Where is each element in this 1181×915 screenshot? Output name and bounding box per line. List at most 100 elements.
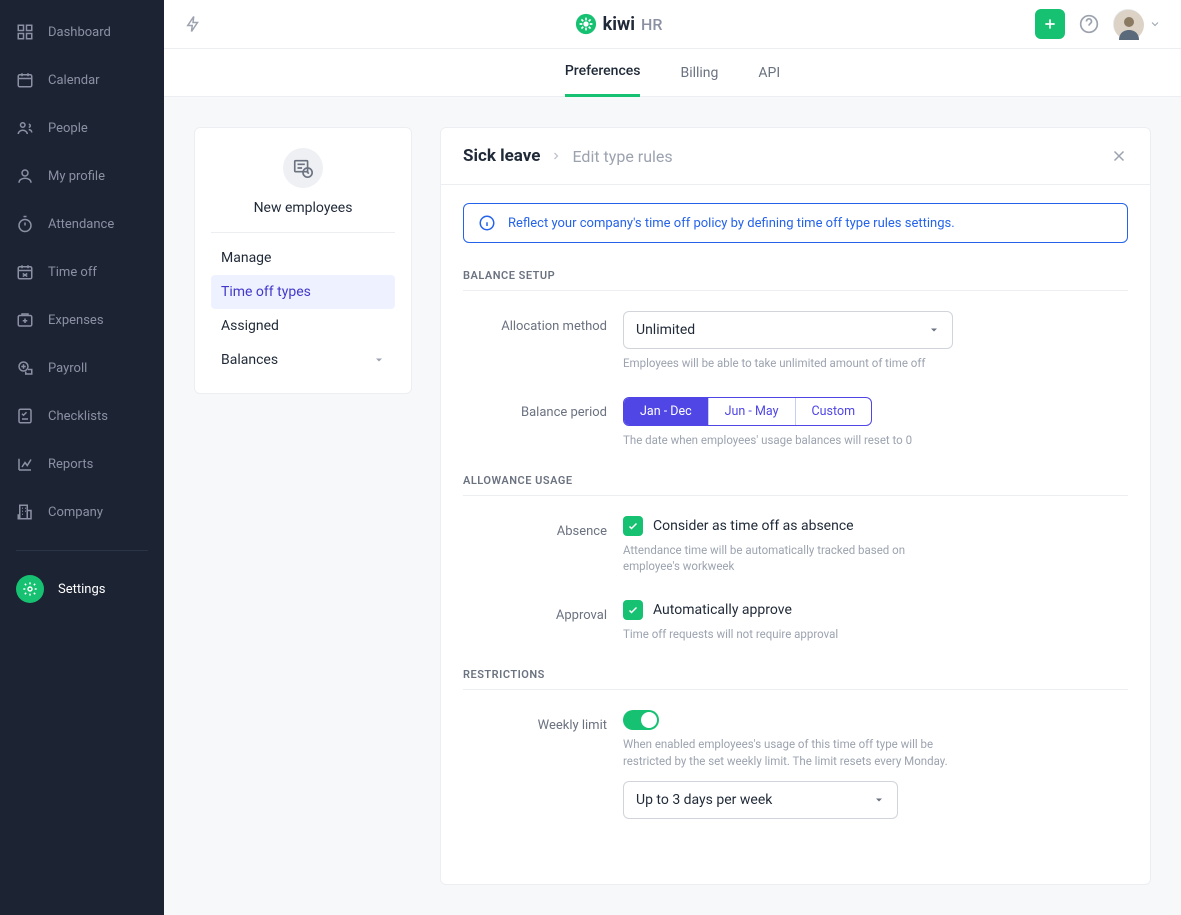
- close-button[interactable]: [1110, 147, 1128, 165]
- field-approval: Approval Automatically approve Time off …: [463, 600, 1128, 642]
- sidebar-item-people[interactable]: People: [0, 104, 164, 152]
- sidebar-item-label: Time off: [48, 265, 97, 280]
- calendar-icon: [16, 71, 34, 89]
- chart-icon: [16, 455, 34, 473]
- sidebar-item-label: Attendance: [48, 217, 114, 232]
- sidebar-item-label: Reports: [48, 457, 93, 472]
- tab-label: Preferences: [565, 63, 641, 79]
- tab-billing[interactable]: Billing: [680, 49, 718, 97]
- building-icon: [16, 503, 34, 521]
- chevron-down-icon: [928, 324, 940, 336]
- logo-icon: [575, 13, 597, 35]
- tab-preferences[interactable]: Preferences: [565, 49, 641, 97]
- sidebar-item-settings[interactable]: Settings: [0, 565, 164, 613]
- sidebar-item-calendar[interactable]: Calendar: [0, 56, 164, 104]
- approval-checkbox[interactable]: [623, 600, 643, 620]
- weekly-limit-toggle[interactable]: [623, 710, 659, 730]
- panel: Sick leave Edit type rules Reflect your …: [440, 127, 1151, 885]
- sidebar-item-attendance[interactable]: Attendance: [0, 200, 164, 248]
- left-item-label: Time off types: [221, 284, 311, 300]
- divider: [211, 232, 395, 233]
- field-label: Weekly limit: [463, 710, 623, 818]
- sidebar-item-label: My profile: [48, 169, 105, 184]
- balance-period-segment: Jan - Dec Jun - May Custom: [623, 397, 872, 426]
- check-label: Consider as time off as absence: [653, 518, 854, 534]
- seg-custom[interactable]: Custom: [796, 398, 872, 425]
- chevron-down-icon: [1149, 18, 1161, 30]
- tab-label: API: [758, 65, 780, 81]
- info-icon: [478, 214, 496, 232]
- sidebar-item-dashboard[interactable]: Dashboard: [0, 8, 164, 56]
- section-balance-setup: BALANCE SETUP: [463, 269, 1128, 291]
- breadcrumb: Sick leave Edit type rules: [463, 146, 673, 166]
- allocation-select[interactable]: Unlimited: [623, 311, 953, 349]
- help-text: Employees will be able to take unlimited…: [623, 355, 1103, 371]
- field-label: Allocation method: [463, 311, 623, 371]
- profile-icon: [16, 167, 34, 185]
- topbar: kiwi HR: [164, 0, 1181, 49]
- field-label: Absence: [463, 516, 623, 574]
- field-label: Approval: [463, 600, 623, 642]
- left-item-manage[interactable]: Manage: [211, 241, 395, 275]
- chevron-down-icon: [373, 354, 385, 366]
- sidebar-item-label: Expenses: [48, 313, 104, 328]
- help-text: The date when employees' usage balances …: [623, 432, 1103, 448]
- left-card: New employees Manage Time off types Assi…: [194, 127, 412, 394]
- payroll-icon: [16, 359, 34, 377]
- help-text: Attendance time will be automatically tr…: [623, 542, 923, 574]
- user-menu[interactable]: [1113, 9, 1161, 39]
- brand-suffix: HR: [641, 15, 662, 34]
- chevron-right-icon: [550, 150, 562, 162]
- left-item-balances[interactable]: Balances: [211, 343, 395, 377]
- seg-jun-may[interactable]: Jun - May: [709, 398, 796, 425]
- sidebar-item-label: Payroll: [48, 361, 87, 376]
- absence-checkbox[interactable]: [623, 516, 643, 536]
- brand: kiwi HR: [575, 13, 663, 35]
- sidebar-separator: [16, 550, 148, 551]
- seg-jan-dec[interactable]: Jan - Dec: [624, 398, 709, 425]
- chevron-down-icon: [873, 794, 885, 806]
- sidebar-item-reports[interactable]: Reports: [0, 440, 164, 488]
- section-allowance-usage: ALLOWANCE USAGE: [463, 474, 1128, 496]
- sidebar-item-checklists[interactable]: Checklists: [0, 392, 164, 440]
- checklist-icon: [16, 407, 34, 425]
- tab-api[interactable]: API: [758, 49, 780, 97]
- weekly-limit-select[interactable]: Up to 3 days per week: [623, 781, 898, 819]
- main: kiwi HR Preferences Billing API: [164, 0, 1181, 915]
- panel-header: Sick leave Edit type rules: [441, 128, 1150, 185]
- left-item-time-off-types[interactable]: Time off types: [211, 275, 395, 309]
- help-icon[interactable]: [1079, 14, 1099, 34]
- panel-body: Reflect your company's time off policy b…: [441, 185, 1150, 875]
- grid-icon: [16, 23, 34, 41]
- toggle-knob: [641, 712, 657, 728]
- sidebar-item-payroll[interactable]: Payroll: [0, 344, 164, 392]
- info-text: Reflect your company's time off policy b…: [508, 216, 955, 231]
- close-icon: [1110, 147, 1128, 165]
- avatar: [1113, 9, 1143, 39]
- seg-label: Custom: [812, 404, 856, 419]
- left-item-label: Balances: [221, 352, 278, 368]
- select-value: Up to 3 days per week: [636, 792, 772, 808]
- left-item-label: Assigned: [221, 318, 279, 334]
- left-item-label: Manage: [221, 250, 271, 266]
- breadcrumb-main: Sick leave: [463, 146, 540, 166]
- field-balance-period: Balance period Jan - Dec Jun - May Custo…: [463, 397, 1128, 448]
- bolt-icon[interactable]: [184, 15, 202, 33]
- brand-name: kiwi: [603, 14, 635, 35]
- gear-icon: [16, 575, 44, 603]
- sidebar-item-label: Company: [48, 505, 103, 520]
- breadcrumb-sub: Edit type rules: [572, 147, 672, 166]
- seg-label: Jun - May: [725, 404, 779, 419]
- sidebar-item-expenses[interactable]: Expenses: [0, 296, 164, 344]
- sidebar-item-my-profile[interactable]: My profile: [0, 152, 164, 200]
- select-value: Unlimited: [636, 322, 695, 338]
- sidebar-item-label: Settings: [58, 582, 105, 597]
- check-label: Automatically approve: [653, 602, 792, 618]
- stopwatch-icon: [16, 215, 34, 233]
- sidebar-item-company[interactable]: Company: [0, 488, 164, 536]
- left-item-assigned[interactable]: Assigned: [211, 309, 395, 343]
- people-icon: [16, 119, 34, 137]
- sidebar-item-time-off[interactable]: Time off: [0, 248, 164, 296]
- add-button[interactable]: [1035, 9, 1065, 39]
- seg-label: Jan - Dec: [640, 404, 692, 419]
